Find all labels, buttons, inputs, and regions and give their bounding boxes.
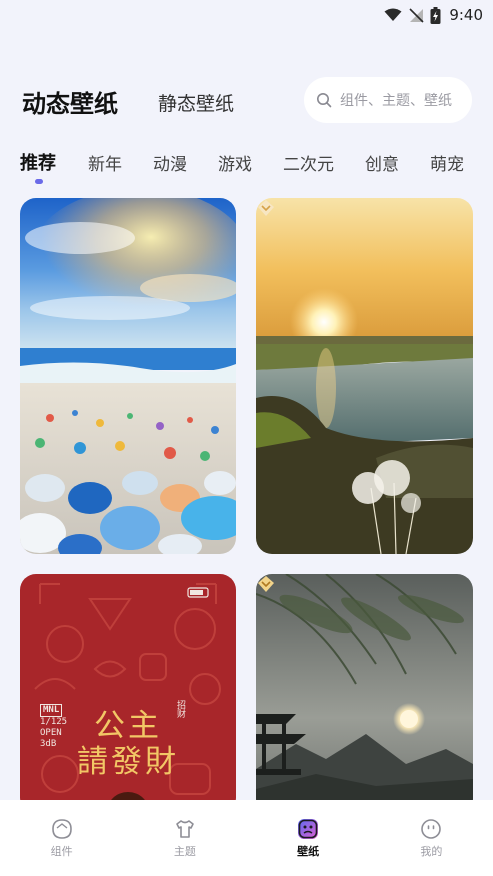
category-acg[interactable]: 二次元 [283, 150, 334, 175]
widget-icon [51, 819, 72, 839]
tab-static-wallpaper[interactable]: 静态壁纸 [158, 89, 234, 116]
wallpaper-card-moonlit-pavilion[interactable] [256, 574, 473, 814]
moonlit-pavilion-image [256, 574, 473, 814]
nav-widgets[interactable]: 组件 [0, 800, 123, 876]
wallpaper-card-sunset-lake[interactable] [256, 198, 473, 554]
wallpaper-card-fortune-poster[interactable]: MNL 1/125 OPEN 3dB 公主 請發財 招财 [20, 574, 236, 814]
nav-wallpaper[interactable]: 壁纸 [247, 800, 370, 876]
shirt-icon [176, 820, 194, 838]
search-placeholder: 组件、主题、壁纸 [340, 93, 452, 109]
nav-themes[interactable]: 主题 [123, 800, 246, 876]
category-recommend[interactable]: 推荐 [20, 149, 56, 175]
nav-wallpaper-label: 壁纸 [297, 845, 320, 858]
bottom-navigation: 组件 主题 壁纸 我的 [0, 800, 493, 876]
category-pets[interactable]: 萌宠 [430, 150, 464, 175]
header: 动态壁纸 静态壁纸 组件、主题、壁纸 [0, 74, 493, 126]
nav-widgets-label: 组件 [50, 845, 73, 858]
no-signal-icon [409, 8, 424, 23]
sea-glass-beach-image [20, 198, 236, 554]
search-icon [317, 93, 332, 108]
tab-dynamic-wallpaper[interactable]: 动态壁纸 [22, 84, 118, 119]
poster-side-text: 招财 [175, 700, 185, 718]
sunset-lake-image [256, 198, 473, 554]
nav-themes-label: 主题 [173, 845, 196, 858]
wallpaper-icon [298, 819, 319, 839]
poster-title-line-2: 請發財 [77, 744, 179, 780]
battery-charging-icon [430, 6, 441, 24]
category-games[interactable]: 游戏 [218, 150, 252, 175]
status-bar: 9:40 [0, 0, 493, 30]
vip-badge-icon [258, 200, 274, 216]
nav-profile[interactable]: 我的 [370, 800, 493, 876]
status-time: 9:40 [449, 6, 483, 24]
profile-icon [421, 819, 442, 839]
wifi-icon [384, 8, 402, 21]
nav-profile-label: 我的 [420, 845, 443, 858]
category-new-year[interactable]: 新年 [88, 150, 122, 175]
vip-badge-icon [258, 576, 274, 592]
search-input[interactable]: 组件、主题、壁纸 [304, 77, 472, 123]
active-tab-indicator [35, 179, 43, 184]
category-tabs: 推荐 新年 动漫 游戏 二次元 创意 萌宠 [0, 146, 493, 186]
category-anime[interactable]: 动漫 [153, 150, 187, 175]
category-creative[interactable]: 创意 [365, 150, 399, 175]
wallpaper-card-sea-glass[interactable] [20, 198, 236, 554]
